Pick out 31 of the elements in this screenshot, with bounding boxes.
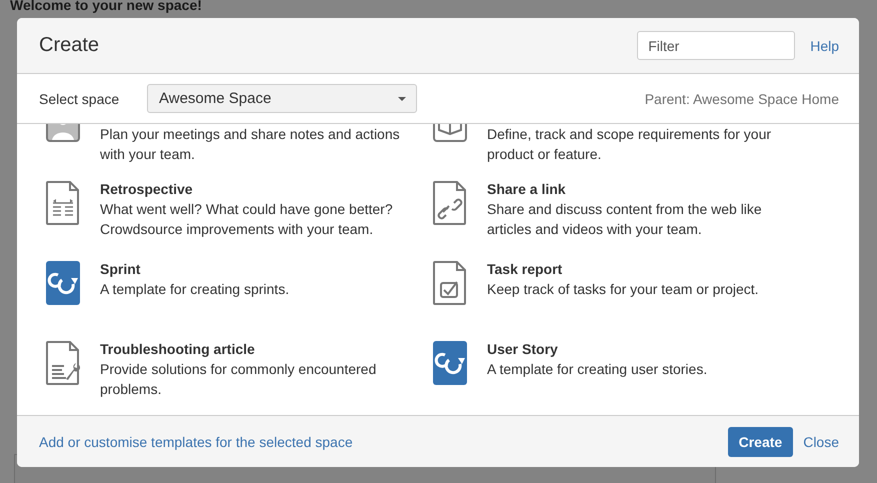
dialog-title: Create	[39, 34, 100, 57]
template-description: A template for creating user stories.	[487, 360, 708, 379]
filter-field[interactable]: Filter	[637, 31, 796, 60]
template-description: What went well? What could have gone better? Crowdsource improvements with your team.	[100, 200, 394, 239]
caret-icon	[398, 96, 406, 100]
template-description: Plan your meetings and share notes and actions with your team.	[100, 125, 401, 164]
cycle-icon	[433, 341, 467, 385]
template-title[interactable]: User Story	[487, 339, 807, 359]
template-description: Provide solutions for commonly encountered problems.	[100, 360, 378, 399]
help-link[interactable]: Help	[810, 38, 839, 54]
template-description: Share and discuss content from the web like articles and videos with your team.	[487, 200, 763, 239]
template-description: A template for creating sprints.	[100, 280, 290, 299]
template-description: Define, track and scope requirements for your product or feature.	[487, 125, 772, 164]
template-title[interactable]: Task report	[487, 259, 807, 279]
customise-templates-link[interactable]: Add or customise templates for the selected space	[39, 434, 353, 450]
parent-text: Parent: Awesome Space Home	[644, 90, 839, 106]
template-description: Keep track of tasks for your team or project.	[487, 280, 760, 299]
template-title[interactable]: Retrospective	[100, 179, 420, 199]
template-title[interactable]: Share a link	[487, 179, 807, 199]
close-link[interactable]: Close	[803, 434, 839, 450]
create-button[interactable]: Create	[728, 426, 794, 456]
template-title[interactable]: Troubleshooting article	[100, 339, 420, 359]
space-select[interactable]: Awesome Space	[147, 84, 417, 113]
wrench-document-icon	[46, 341, 80, 385]
cycle-icon	[46, 261, 80, 305]
select-space-label: Select space	[39, 90, 120, 106]
link-document-icon	[433, 181, 467, 225]
page-heading: Welcome to your new space!	[10, 0, 202, 13]
template-title[interactable]: Sprint	[100, 259, 420, 279]
document-icon	[46, 181, 80, 225]
checkbox-document-icon	[433, 261, 467, 305]
